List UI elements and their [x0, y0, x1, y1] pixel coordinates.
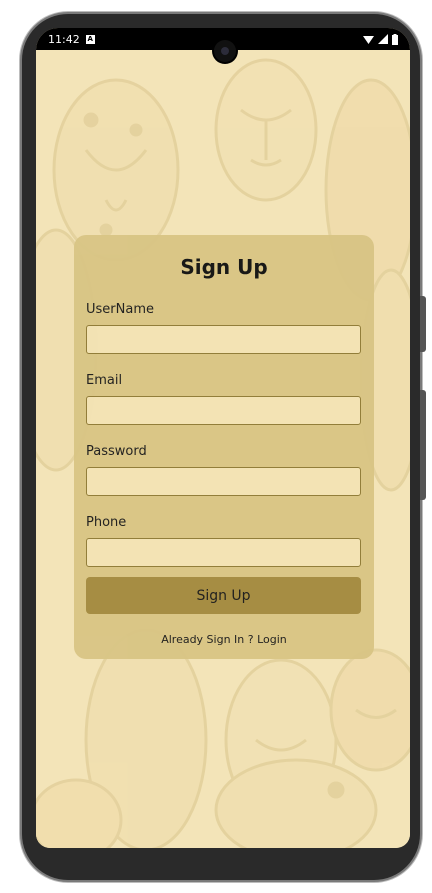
signal-icon — [378, 34, 388, 44]
sim-icon: A — [85, 34, 95, 44]
signup-card: Sign Up UserName Email Password Phone Si… — [74, 235, 374, 659]
password-label: Password — [86, 444, 147, 459]
login-link[interactable]: Already Sign In ? Login — [74, 633, 374, 646]
username-label: UserName — [86, 302, 154, 317]
email-label: Email — [86, 373, 123, 388]
signup-button[interactable]: Sign Up — [86, 577, 361, 614]
phone-field[interactable] — [86, 538, 361, 567]
page-title: Sign Up — [180, 255, 268, 279]
front-camera — [214, 40, 236, 62]
wifi-icon — [363, 35, 374, 44]
volume-button — [420, 390, 426, 500]
status-time: 11:42 — [48, 32, 80, 46]
email-field[interactable] — [86, 396, 361, 425]
app-screen: 11:42 A Sign Up UserName Email Password … — [36, 28, 410, 848]
status-icons — [363, 33, 398, 45]
password-field[interactable] — [86, 467, 361, 496]
power-button — [420, 296, 426, 352]
username-field[interactable] — [86, 325, 361, 354]
phone-label: Phone — [86, 515, 127, 530]
battery-icon — [392, 33, 398, 45]
